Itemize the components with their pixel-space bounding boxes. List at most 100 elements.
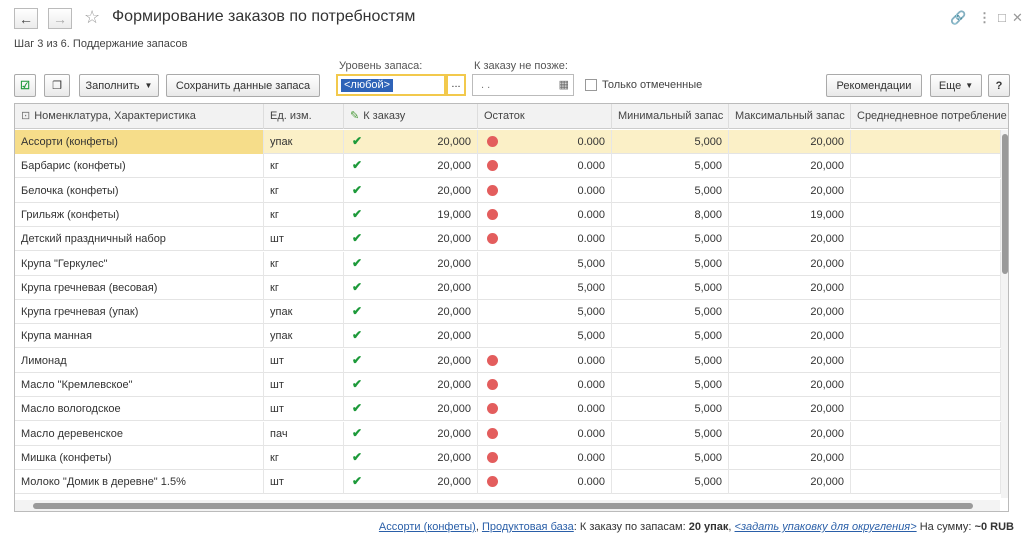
copy-button[interactable]: ❐ [44,74,70,97]
vertical-scrollbar[interactable] [1001,130,1008,498]
column-header-unit[interactable]: Ед. изм. [264,104,344,129]
cell-max: 20,000 [729,348,851,373]
table-row[interactable]: Масло деревенское пач 20,000 0.000 5,000 20,0… [15,421,1001,446]
cell-min: 5,000 [612,227,729,252]
order-checkbox-checked[interactable]: ✔ [352,402,364,414]
cell-order: 20,000 [344,470,478,495]
cell-min: 5,000 [612,421,729,446]
order-checkbox-checked[interactable]: ✔ [352,427,364,439]
favorite-star-icon[interactable]: ☆ [84,7,100,28]
cell-order: 19,000 [344,202,478,227]
app-window: ← → ☆ Формирование заказов по потребност… [0,0,1024,551]
cell-max: 20,000 [729,470,851,495]
cell-avg-consumption [851,324,1001,349]
cell-avg-consumption [851,202,1001,227]
cell-max: 20,000 [729,373,851,397]
column-header-rest[interactable]: Остаток [478,104,612,129]
cell-min: 5,000 [612,300,729,325]
back-button[interactable]: ← [14,8,38,29]
stock-level-input[interactable]: <любой> [336,74,446,96]
cell-avg-consumption [851,373,1001,397]
order-checkbox-checked[interactable]: ✔ [352,159,364,171]
column-header-order[interactable]: ✎ К заказу [344,104,478,129]
cell-name: Крупа "Геркулес" [15,251,264,276]
more-menu-icon[interactable]: ⋮ [978,10,991,26]
table-row[interactable]: Масло вологодское шт 20,000 0.000 5,000 20,00… [15,397,1001,422]
order-checkbox-checked[interactable]: ✔ [352,475,364,487]
order-checkbox-checked[interactable]: ✔ [352,305,364,317]
item-link[interactable]: Ассорти (конфеты) [379,521,476,533]
restore-icon[interactable]: □ [998,10,1006,25]
order-checkbox-checked[interactable]: ✔ [352,135,364,147]
table-header: ⊡ Номенклатура, Характеристика Ед. изм. ✎… [15,104,1008,129]
order-checkbox-checked[interactable]: ✔ [352,451,364,463]
table-row[interactable]: Белочка (конфеты) кг 20,000 0.000 5,000 20,00… [15,178,1001,203]
warehouse-link[interactable]: Продуктовая база [482,521,574,533]
column-header-avg-consumption[interactable]: Среднедневное потребление [851,104,1008,129]
cell-rest: 0.000 [478,348,612,373]
only-marked-checkbox[interactable] [585,79,597,91]
order-checkbox-checked[interactable]: ✔ [352,257,364,269]
cell-name: Масло "Кремлевское" [15,373,264,397]
cell-min: 5,000 [612,397,729,422]
order-checkbox-checked[interactable]: ✔ [352,354,364,366]
table-row[interactable]: Масло "Кремлевское" шт 20,000 0.000 5,000 20,… [15,373,1001,397]
cell-min: 5,000 [612,154,729,179]
forward-button[interactable]: → [48,8,72,29]
footer-separator: , [475,521,479,533]
order-checkbox-checked[interactable]: ✔ [352,281,364,293]
cell-name: Масло вологодское [15,397,264,422]
cell-min: 5,000 [612,445,729,470]
table-row[interactable]: Крупа манная упак 20,000 5,000 5,000 20,000 ✔ [15,324,1001,349]
table-row[interactable]: Лимонад шт 20,000 0.000 5,000 20,000 ✔ [15,348,1001,373]
fill-button[interactable]: Заполнить ▼ [79,74,159,97]
cell-min: 5,000 [612,178,729,203]
column-header-max[interactable]: Максимальный запас [729,104,851,129]
table-row[interactable]: Молоко "Домик в деревне" 1.5% шт 20,000 0.0… [15,470,1001,495]
arrow-right-icon: → [53,10,67,27]
help-button[interactable]: ? [988,74,1010,97]
close-icon[interactable]: ✕ [1012,10,1023,26]
cell-order: 20,000 [344,227,478,252]
cell-unit: кг [264,275,344,300]
table-row[interactable]: Детский праздничный набор шт 20,000 0.000 5,… [15,227,1001,252]
cell-unit: упак [264,300,344,325]
set-packaging-link[interactable]: <задать упаковку для округления> [735,521,917,533]
table-row[interactable]: Крупа гречневая (весовая) кг 20,000 5,000 5,… [15,275,1001,300]
table-row[interactable]: Крупа гречневая (упак) упак 20,000 5,000 5,0… [15,300,1001,325]
order-checkbox-checked[interactable]: ✔ [352,184,364,196]
cell-order: 20,000 [344,421,478,446]
save-stock-button[interactable]: Сохранить данные запаса [166,74,320,97]
column-header-nomenclature[interactable]: ⊡ Номенклатура, Характеристика [15,104,264,129]
order-by-value: . . [481,79,491,91]
column-header-min[interactable]: Минимальный запас [612,104,729,129]
low-stock-indicator-icon [487,451,498,463]
more-button[interactable]: Еще ▼ [930,74,982,97]
order-checkbox-checked[interactable]: ✔ [352,329,364,341]
table-row[interactable]: Ассорти (конфеты) упак 20,000 0.000 5,000 20,… [15,130,1001,154]
column-label: К заказу [363,110,406,122]
order-checkbox-checked[interactable]: ✔ [352,378,364,390]
cell-rest: 5,000 [478,275,612,300]
horizontal-scroll-thumb[interactable] [33,503,973,509]
table-row[interactable]: Грильяж (конфеты) кг 19,000 0.000 8,000 19,00… [15,202,1001,227]
horizontal-scrollbar[interactable] [15,500,1000,511]
link-icon[interactable]: 🔗 [950,10,966,26]
calendar-icon[interactable]: ▦ [559,78,569,91]
check-all-button[interactable]: ☑ [14,74,36,97]
footer-order-text: : К заказу по запасам: [573,521,686,533]
footer-separator: , [728,521,732,533]
order-checkbox-checked[interactable]: ✔ [352,232,364,244]
cell-order: 20,000 [344,373,478,397]
stock-level-select-button[interactable]: ... [446,74,466,96]
cell-unit: пач [264,421,344,446]
table-row[interactable]: Крупа "Геркулес" кг 20,000 5,000 5,000 20,000… [15,251,1001,276]
cell-min: 5,000 [612,130,729,154]
recommendations-button[interactable]: Рекомендации [826,74,922,97]
table-row[interactable]: Мишка (конфеты) кг 20,000 0.000 5,000 20,000 ✔ [15,445,1001,470]
table-row[interactable]: Барбарис (конфеты) кг 20,000 0.000 5,000 20,0… [15,154,1001,179]
cell-avg-consumption [851,445,1001,470]
order-checkbox-checked[interactable]: ✔ [352,208,364,220]
vertical-scroll-thumb[interactable] [1002,134,1008,274]
order-by-date-input[interactable]: . . ▦ [472,74,574,96]
